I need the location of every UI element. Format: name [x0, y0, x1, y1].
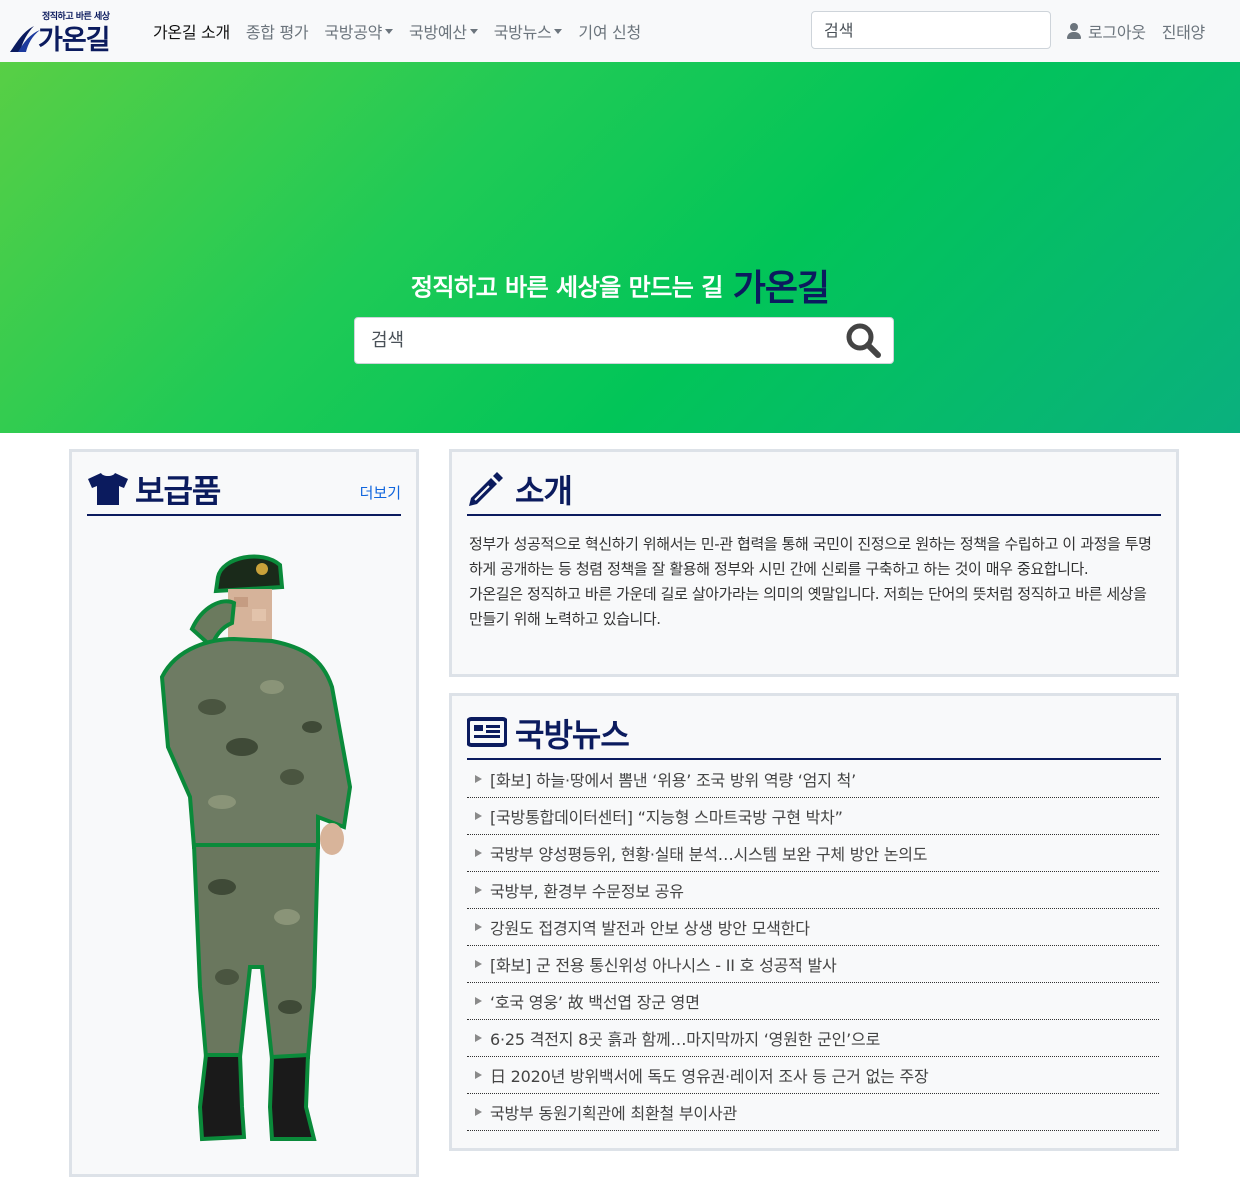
nav-pledges-dropdown[interactable]: 국방공약 — [316, 19, 401, 43]
caret-down-icon — [554, 28, 563, 34]
bullet-icon — [475, 997, 482, 1005]
nav-news-label: 국방뉴스 — [493, 23, 552, 42]
caret-down-icon — [385, 28, 394, 34]
news-item-title: 국방부 양성평등위, 현황·실태 분석…시스템 보완 구체 방안 논의도 — [490, 845, 928, 864]
news-item[interactable]: [국방통합데이터센터] “지능형 스마트국방 구현 박차” — [467, 798, 1159, 835]
hero-search-box — [354, 317, 894, 364]
news-item-title: [화보] 군 전용 통신위성 아나시스 - II 호 성공적 발사 — [490, 956, 837, 975]
user-icon — [1066, 22, 1082, 40]
bullet-icon — [475, 923, 482, 931]
hero-search-input[interactable] — [355, 318, 835, 363]
intro-paragraph-1: 정부가 성공적으로 혁신하기 위해서는 민-관 협력을 통해 국민이 진정으로 … — [469, 535, 1152, 578]
nav-about-label: 가온길 소개 — [153, 23, 230, 42]
news-item-title: 강원도 접경지역 발전과 안보 상생 방안 모색한다 — [490, 919, 810, 938]
intro-card-header: 소개 — [467, 464, 1161, 516]
news-item-title: ‘호국 영웅’ 故 백선엽 장군 영면 — [490, 993, 700, 1012]
user-name-link[interactable]: 진태양 — [1154, 19, 1213, 43]
news-item[interactable]: 6·25 격전지 8곳 흙과 함께…마지막까지 ‘영원한 군인’으로 — [467, 1020, 1159, 1057]
news-item[interactable]: [화보] 하늘·땅에서 뽐낸 ‘위용’ 조국 방위 역량 ‘엄지 척’ — [467, 761, 1159, 798]
logout-link[interactable]: 로그아웃 — [1066, 19, 1154, 43]
supply-card-header: 보급품 더보기 — [87, 464, 401, 516]
hero-banner: 정직하고 바른 세상을 만드는 길 가온길 — [0, 62, 1240, 433]
intro-paragraph-2: 가온길은 정직하고 바른 가운데 길로 살아가라는 의미의 옛말입니다. 저희는… — [469, 585, 1147, 628]
news-item[interactable]: [화보] 군 전용 통신위성 아나시스 - II 호 성공적 발사 — [467, 946, 1159, 983]
news-item-title: 6·25 격전지 8곳 흙과 함께…마지막까지 ‘영원한 군인’으로 — [490, 1030, 881, 1049]
news-card: 국방뉴스 [화보] 하늘·땅에서 뽐낸 ‘위용’ 조국 방위 역량 ‘엄지 척’… — [449, 693, 1179, 1151]
user-menu: 로그아웃 진태양 — [1066, 0, 1213, 62]
bullet-icon — [475, 812, 482, 820]
supply-more-link[interactable]: 더보기 — [360, 482, 401, 503]
supply-card: 보급품 더보기 — [69, 449, 419, 1177]
hero-title: 정직하고 바른 세상을 만드는 길 가온길 — [0, 259, 1240, 311]
news-item-title: [화보] 하늘·땅에서 뽐낸 ‘위용’ 조국 방위 역량 ‘엄지 척’ — [490, 771, 857, 790]
top-navbar: 정직하고 바른 세상 가온길 가온길 소개 종합 평가 국방공약 국방예산 국방… — [0, 0, 1240, 62]
hero-slogan: 정직하고 바른 세상을 만드는 길 — [410, 273, 723, 302]
news-item[interactable]: 日 2020년 방위백서에 독도 영유권·레이저 조사 등 근거 없는 주장 — [467, 1057, 1159, 1094]
nav-budget-dropdown[interactable]: 국방예산 — [401, 19, 486, 43]
news-item-title: 국방부 동원기획관에 최환철 부이사관 — [490, 1104, 737, 1123]
bullet-icon — [475, 1071, 482, 1079]
news-item-title: 日 2020년 방위백서에 독도 영유권·레이저 조사 등 근거 없는 주장 — [490, 1067, 929, 1086]
search-icon[interactable] — [845, 323, 885, 359]
bullet-icon — [475, 886, 482, 894]
intro-text: 정부가 성공적으로 혁신하기 위해서는 민-관 협력을 통해 국민이 진정으로 … — [469, 532, 1161, 632]
news-item-title: [국방통합데이터센터] “지능형 스마트국방 구현 박차” — [490, 808, 843, 827]
user-name: 진태양 — [1161, 23, 1206, 42]
nav-news-dropdown[interactable]: 국방뉴스 — [486, 19, 571, 43]
soldier-saluting-image — [159, 554, 353, 1142]
newspaper-icon — [467, 717, 507, 747]
caret-down-icon — [469, 28, 478, 34]
bullet-icon — [475, 849, 482, 857]
nav-about[interactable]: 가온길 소개 — [145, 19, 238, 43]
site-logo[interactable]: 정직하고 바른 세상 가온길 — [8, 8, 132, 56]
nav-pledges-label: 국방공약 — [324, 23, 383, 42]
logout-label: 로그아웃 — [1088, 23, 1146, 42]
supply-title: 보급품 — [135, 472, 221, 510]
bullet-icon — [475, 1034, 482, 1042]
navbar-search-input[interactable] — [811, 11, 1051, 49]
news-title: 국방뉴스 — [515, 716, 630, 754]
news-list: [화보] 하늘·땅에서 뽐낸 ‘위용’ 조국 방위 역량 ‘엄지 척’ [국방통… — [467, 761, 1159, 1131]
news-item[interactable]: 강원도 접경지역 발전과 안보 상생 방안 모색한다 — [467, 909, 1159, 946]
news-item[interactable]: 국방부, 환경부 수문정보 공유 — [467, 872, 1159, 909]
nav-budget-label: 국방예산 — [409, 23, 467, 42]
nav-contribute-label: 기여 신청 — [578, 23, 641, 42]
tshirt-icon — [88, 473, 128, 505]
hero-brand: 가온길 — [732, 268, 830, 309]
bullet-icon — [475, 1108, 482, 1116]
logo-swoosh-icon — [10, 26, 40, 52]
news-item[interactable]: 국방부 동원기획관에 최환철 부이사관 — [467, 1094, 1159, 1131]
intro-title: 소개 — [515, 472, 573, 510]
intro-card: 소개 정부가 성공적으로 혁신하기 위해서는 민-관 협력을 통해 국민이 진정… — [449, 449, 1179, 677]
news-item[interactable]: ‘호국 영웅’ 故 백선엽 장군 영면 — [467, 983, 1159, 1020]
bullet-icon — [475, 775, 482, 783]
nav-evaluation[interactable]: 종합 평가 — [238, 19, 316, 43]
nav-evaluation-label: 종합 평가 — [245, 23, 309, 42]
news-card-header: 국방뉴스 — [467, 708, 1161, 760]
news-item-title: 국방부, 환경부 수문정보 공유 — [490, 882, 684, 901]
nav-contribute[interactable]: 기여 신청 — [570, 19, 648, 43]
news-item[interactable]: 국방부 양성평등위, 현황·실태 분석…시스템 보완 구체 방안 논의도 — [467, 835, 1159, 872]
logo-name: 가온길 — [38, 25, 111, 56]
pencil-icon — [469, 472, 503, 506]
bullet-icon — [475, 960, 482, 968]
main-nav: 가온길 소개 종합 평가 국방공약 국방예산 국방뉴스 기여 신청 — [145, 0, 649, 62]
